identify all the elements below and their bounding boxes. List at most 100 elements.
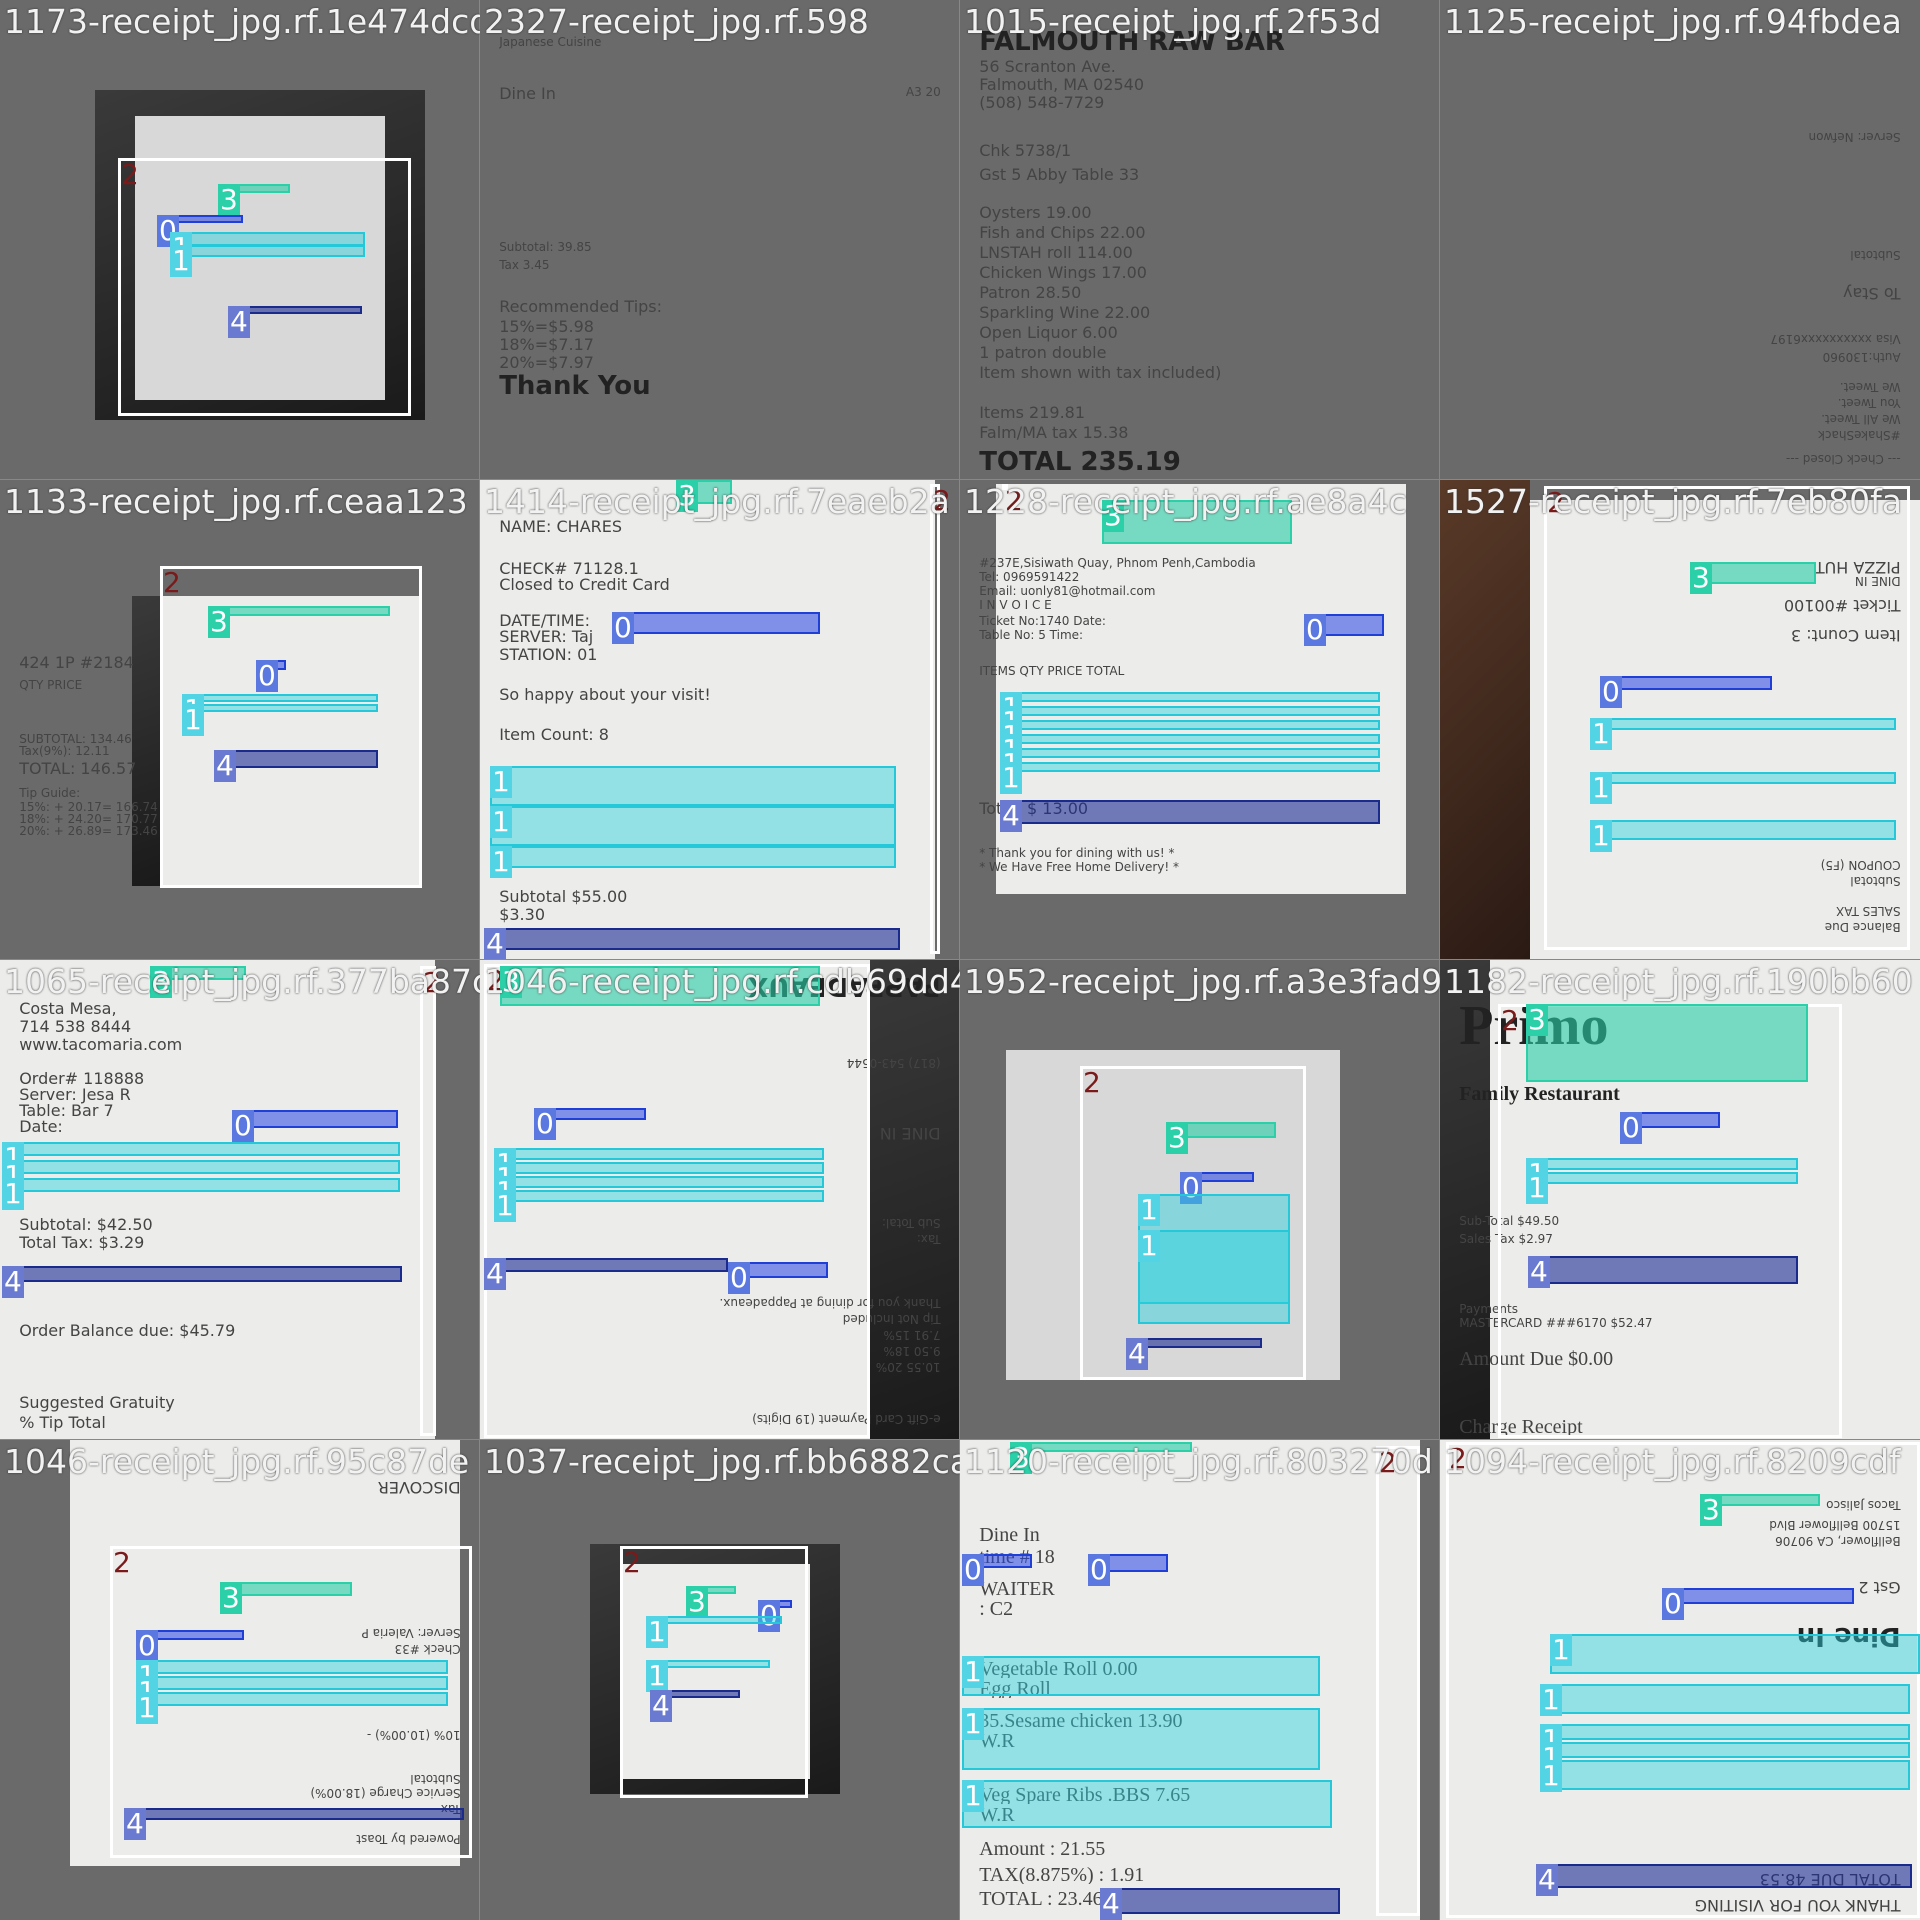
annotation-box-class-1: 1 [1000, 762, 1380, 794]
tile-filename: 1182-receipt_jpg.rf.190bb60 [1444, 962, 1913, 1001]
annotation-class-label: 0 [1304, 613, 1326, 646]
receipt-text-line: LNSTAH roll 114.00 [979, 244, 1133, 262]
annotation-class-label: 3 [208, 605, 230, 638]
mosaic-tile: DISCOVER Server: Valeria P Check #33 10% (1… [0, 1439, 481, 1920]
annotation-class-label: 3 [1690, 561, 1712, 594]
receipt-text-line: A3 20 [905, 85, 941, 99]
tile-filename: 1065-receipt_jpg.rf.377ba87c [4, 962, 480, 1001]
annotation-box-class-3: 3 [1166, 1122, 1276, 1154]
receipt-text-line: Item Count: 8 [499, 726, 609, 744]
receipt-text-line: Suggested Gratuity [19, 1394, 175, 1412]
annotation-box-class-1: 1 [1138, 1230, 1290, 1324]
annotation-class-label: 3 [220, 1581, 242, 1614]
annotation-box-class-4: 4 [484, 928, 900, 960]
receipt-text-line: Server: Nefwon [1808, 130, 1901, 144]
annotation-class-label: 4 [124, 1807, 146, 1840]
annotation-box-class-1: 1 [1526, 1158, 1798, 1190]
annotation-class-label: 3 [218, 183, 240, 216]
photo-background [1440, 480, 1530, 960]
receipt-text-line: Subtotal $55.00 [499, 888, 628, 906]
receipt-text-line: * We Have Free Home Delivery! * [979, 860, 1180, 874]
annotation-class-label: 0 [612, 611, 634, 644]
annotation-class-label: 1 [490, 765, 512, 798]
annotation-box-class-0: 0 [1088, 1554, 1168, 1586]
tile-filename: 1094-receipt_jpg.rf.8209cdf [1444, 1442, 1901, 1481]
mosaic-tile: PrimoFamily RestaurantSub-Total $49.50Sa… [1439, 959, 1920, 1441]
annotation-box-class-1: 1 [136, 1692, 448, 1724]
annotation-box-class-1: 1 [182, 694, 378, 726]
annotation-class-label: 3 [1526, 1003, 1548, 1036]
receipt-text-line: #ShakeShack [1818, 428, 1901, 442]
annotation-class-label: 0 [1620, 1111, 1642, 1144]
annotation-class-label: 1 [1590, 771, 1612, 804]
annotation-box-class-1: 1 [494, 1148, 824, 1180]
annotation-box-class-4: 4 [1000, 800, 1380, 832]
annotation-box-class-4: 4 [1100, 1888, 1340, 1920]
annotation-box-class-3: 3 [1526, 1004, 1808, 1082]
annotation-box-class-1: 1 [170, 232, 365, 264]
annotation-box-class-1: 1 [136, 1660, 448, 1692]
annotation-box-class-1: 1 [136, 1676, 448, 1708]
annotation-box-class-3: 3 [208, 606, 390, 638]
receipt-text-line: TOTAL 235.19 [979, 448, 1181, 476]
annotation-box-class-0: 0 [1180, 1172, 1254, 1204]
annotation-box-class-1: 1 [1000, 706, 1380, 738]
annotation-box-class-1: 1 [1540, 1759, 1910, 1792]
annotation-box-class-1: 1 [962, 1708, 1320, 1770]
annotation-class-label: 2 [113, 1546, 131, 1579]
mosaic-tile: NAME: CHARES CHECK# 71128.1 Closed to Cred… [479, 479, 961, 961]
annotation-box-class-3: 3 [1700, 1494, 1820, 1526]
annotation-box-class-2: 2 [118, 158, 411, 416]
annotation-box-class-4: 4 [214, 750, 378, 782]
receipt-text-line: (508) 548-7729 [979, 94, 1105, 112]
tile-filename: 1120-receipt_jpg.rf.803270d [964, 1442, 1433, 1481]
receipt-text-line: Sparkling Wine 22.00 [979, 304, 1151, 322]
receipt-text-line: % Tip Total [19, 1414, 106, 1432]
annotation-class-label: 1 [2, 1177, 24, 1210]
receipt-text-line: 1 patron double [979, 344, 1107, 362]
receipt-text-line: Subtotal: $42.50 [19, 1216, 153, 1234]
receipt-text-line: 20%=$7.97 [499, 354, 594, 372]
annotation-box-class-1: 1 [2, 1178, 400, 1210]
annotation-class-label: 4 [228, 305, 250, 338]
mosaic-tile: Japanese Cuisine Dine In A3 20 Subtotal: 39… [479, 0, 961, 481]
receipt-text-line: 18%=$7.17 [499, 336, 594, 354]
tile-filename: 1952-receipt_jpg.rf.a3e3fad9c [964, 962, 1440, 1001]
annotation-class-label: 1 [1000, 761, 1022, 794]
receipt-text-line: ITEMS QTY PRICE TOTAL [979, 664, 1125, 678]
annotation-class-label: 0 [962, 1553, 984, 1586]
annotation-class-label: 1 [1138, 1193, 1160, 1226]
annotation-box-class-4: 4 [1528, 1256, 1798, 1288]
annotation-box-class-2: 2 [420, 966, 441, 1436]
annotation-class-label: 4 [1528, 1255, 1550, 1288]
annotation-class-label: 1 [1590, 717, 1612, 750]
annotation-box-class-1: 1 [182, 704, 378, 736]
annotation-class-label: 4 [484, 1257, 506, 1290]
annotation-box-class-1: 1 [646, 1616, 782, 1648]
annotation-class-label: 0 [256, 659, 278, 692]
annotation-class-label: 0 [1662, 1587, 1684, 1620]
receipt-text-line: WAITER [979, 1580, 1055, 1598]
receipt-text-line: Auth:130960 [1822, 350, 1901, 364]
annotation-class-label: 1 [1540, 1759, 1562, 1792]
mosaic-tile: Server: Nefwon Subtotal To Stay Visa xxxxxx… [1439, 0, 1920, 481]
annotation-box-class-4: 4 [1126, 1338, 1262, 1370]
mosaic-tile: PIZZA HUT DINE IN Ticket #00100 Item Count:… [1439, 479, 1920, 961]
annotation-box-class-1: 1 [1550, 1634, 1920, 1674]
annotation-class-label: 1 [1550, 1633, 1572, 1666]
tile-filename: 1046-receipt_jpg.rf.cdb69dd4 [484, 962, 960, 1001]
annotation-box-class-0: 0 [1600, 676, 1772, 708]
mosaic-tile: 424 1P #2184 QTY PRICE SUBTOTAL: 134.46 Tax… [0, 479, 481, 961]
receipt-text-line: So happy about your visit! [499, 686, 711, 704]
receipt-text-line: Oysters 19.00 [979, 204, 1092, 222]
receipt-text-line: 56 Scranton Ave. [979, 58, 1116, 76]
receipt-text-line: Email: uonly81@hotmail.com [979, 584, 1156, 598]
annotation-class-label: 0 [534, 1107, 556, 1140]
annotation-box-class-3: 3 [686, 1586, 736, 1618]
receipt-text-line: : C2 [979, 1600, 1014, 1618]
annotation-class-label: 1 [1526, 1171, 1548, 1204]
annotation-class-label: 1 [182, 703, 204, 736]
annotation-class-label: 1 [646, 1615, 668, 1648]
annotation-box-class-1: 1 [1590, 772, 1896, 804]
annotation-class-label: 0 [1088, 1553, 1110, 1586]
